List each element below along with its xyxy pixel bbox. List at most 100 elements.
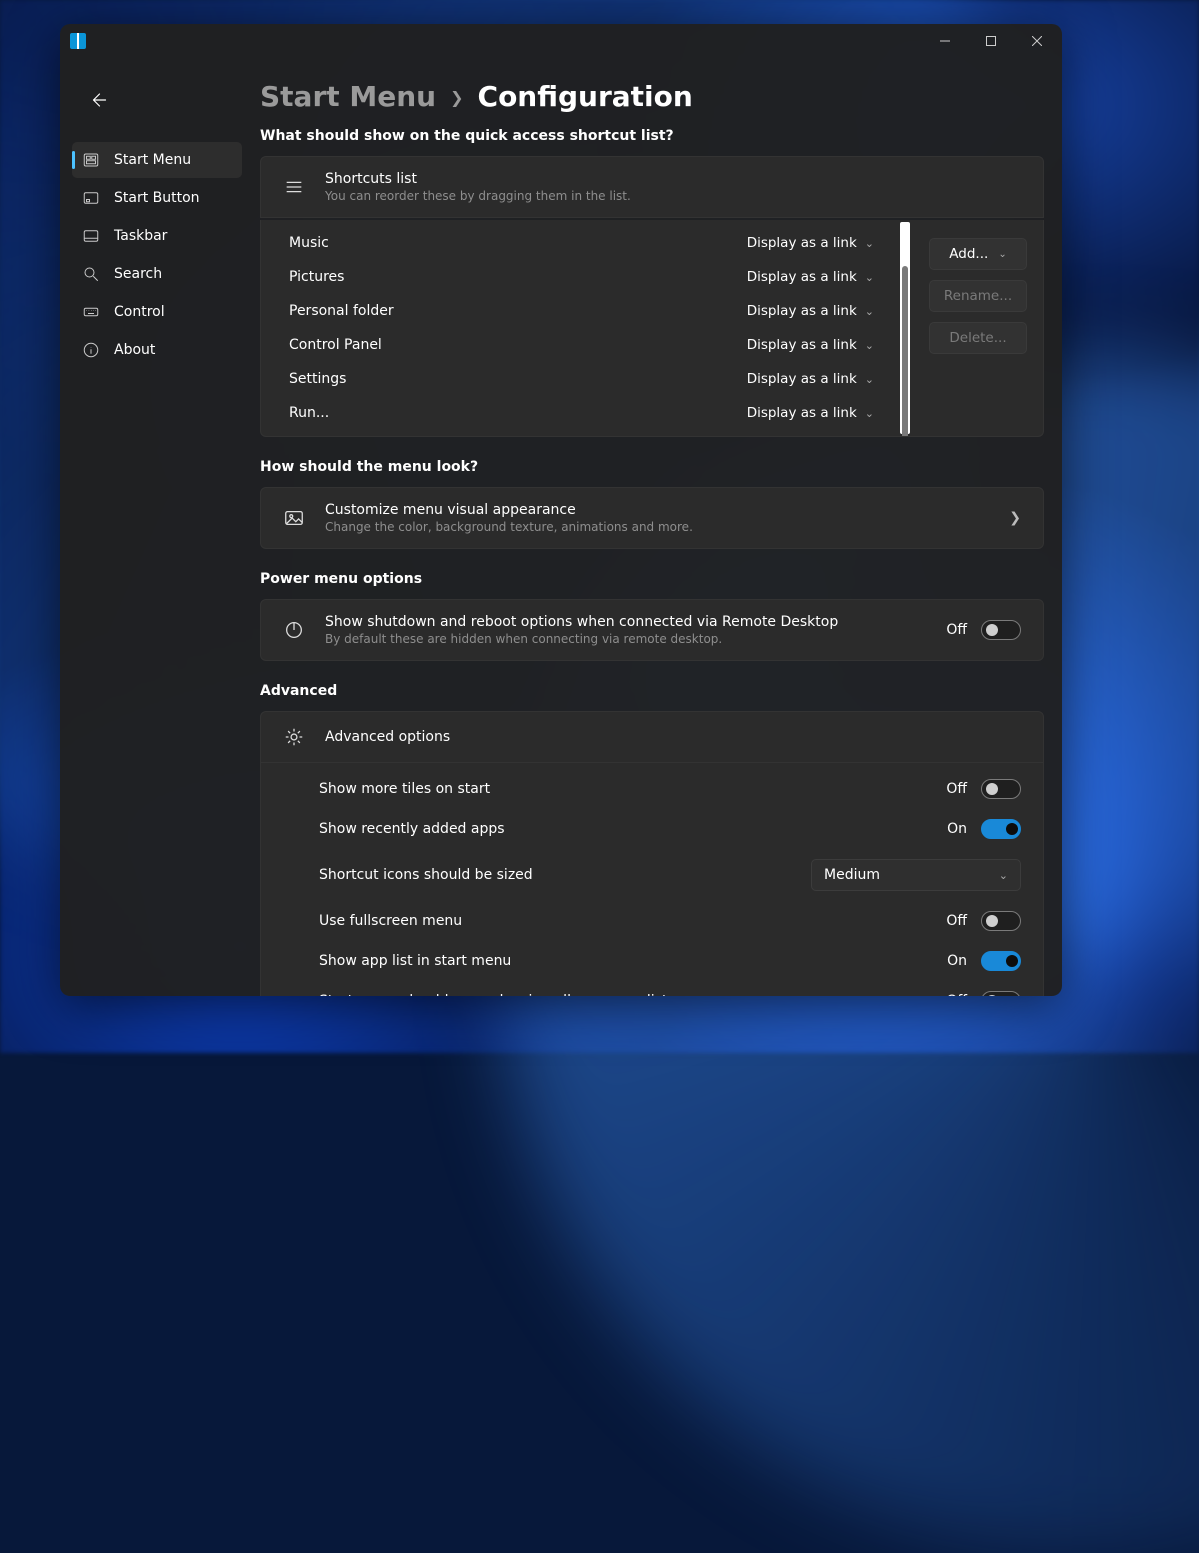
shortcuts-list-sub: You can reorder these by dragging them i…: [325, 189, 1021, 203]
advanced-row-recent-apps: Show recently added apps On: [261, 809, 1043, 849]
sidebar-item-label: About: [114, 342, 155, 358]
section-heading-power: Power menu options: [260, 571, 1044, 587]
start-button-icon: [82, 189, 100, 207]
shortcut-display-dropdown[interactable]: Display as a link⌄: [747, 235, 884, 251]
breadcrumb: Start Menu ❯ Configuration: [260, 68, 1062, 135]
shortcut-name: Control Panel: [289, 337, 382, 353]
fullscreen-toggle[interactable]: [981, 911, 1021, 931]
customize-appearance-title: Customize menu visual appearance: [325, 502, 989, 518]
advanced-row-more-tiles: Show more tiles on start Off: [261, 769, 1043, 809]
minimize-button[interactable]: [922, 25, 968, 57]
recent-apps-toggle[interactable]: [981, 819, 1021, 839]
sidebar-item-label: Start Button: [114, 190, 200, 206]
info-icon: [82, 341, 100, 359]
sidebar-item-label: Search: [114, 266, 162, 282]
advanced-options-title: Advanced options: [325, 729, 1021, 745]
start-menu-icon: [82, 151, 100, 169]
chevron-down-icon: ⌄: [865, 339, 874, 352]
shortcut-row[interactable]: Music Display as a link⌄: [261, 226, 912, 260]
customize-appearance-row[interactable]: Customize menu visual appearance Change …: [261, 488, 1043, 548]
power-remote-title: Show shutdown and reboot options when co…: [325, 614, 921, 630]
section-heading-look: How should the menu look?: [260, 459, 1044, 475]
list-icon: [283, 176, 305, 198]
all-programs-toggle[interactable]: [981, 991, 1021, 996]
delete-button[interactable]: Delete...: [929, 322, 1027, 354]
shortcut-name: Pictures: [289, 269, 344, 285]
toggle-state-label: Off: [941, 622, 967, 638]
page-title: Configuration: [478, 80, 693, 113]
shortcut-display-dropdown[interactable]: Display as a link⌄: [747, 269, 884, 285]
shortcuts-list[interactable]: Music Display as a link⌄ Pictures Displa…: [261, 220, 913, 436]
close-button[interactable]: [1014, 25, 1060, 57]
toggle-state-label: On: [941, 953, 967, 969]
gear-icon: [283, 726, 305, 748]
chevron-down-icon: ⌄: [998, 249, 1006, 260]
chevron-down-icon: ⌄: [865, 305, 874, 318]
back-button[interactable]: [78, 80, 118, 120]
sidebar-item-taskbar[interactable]: Taskbar: [72, 218, 242, 254]
maximize-button[interactable]: [968, 25, 1014, 57]
app-list-toggle[interactable]: [981, 951, 1021, 971]
rename-button[interactable]: Rename...: [929, 280, 1027, 312]
sidebar-item-start-menu[interactable]: Start Menu: [72, 142, 242, 178]
sidebar-item-about[interactable]: About: [72, 332, 242, 368]
chevron-down-icon: ⌄: [865, 373, 874, 386]
power-icon: [283, 619, 305, 641]
section-heading-quick-access: What should show on the quick access sho…: [260, 128, 1044, 144]
search-icon: [82, 265, 100, 283]
toggle-state-label: Off: [941, 913, 967, 929]
shortcut-display-dropdown[interactable]: Display as a link⌄: [747, 405, 884, 421]
breadcrumb-parent[interactable]: Start Menu: [260, 80, 436, 113]
shortcut-name: Run...: [289, 405, 329, 421]
shortcut-row[interactable]: Personal folder Display as a link⌄: [261, 294, 912, 328]
chevron-right-icon: ❯: [1009, 510, 1021, 526]
shortcut-display-dropdown[interactable]: Display as a link⌄: [747, 337, 884, 353]
shortcut-name: Personal folder: [289, 303, 394, 319]
sidebar-item-control[interactable]: Control: [72, 294, 242, 330]
chevron-down-icon: ⌄: [999, 869, 1008, 882]
chevron-down-icon: ⌄: [865, 237, 874, 250]
advanced-row-app-list: Show app list in start menu On: [261, 941, 1043, 981]
shortcut-row[interactable]: Control Panel Display as a link⌄: [261, 328, 912, 362]
toggle-state-label: Off: [941, 993, 967, 996]
icon-size-select[interactable]: Medium ⌄: [811, 859, 1021, 891]
shortcut-row[interactable]: Pictures Display as a link⌄: [261, 260, 912, 294]
sidebar-item-search[interactable]: Search: [72, 256, 242, 292]
main-content: Start Menu ❯ Configuration What should s…: [250, 58, 1062, 996]
shortcut-display-dropdown[interactable]: Display as a link⌄: [747, 303, 884, 319]
taskbar-icon: [82, 227, 100, 245]
shortcut-display-dropdown[interactable]: Display as a link⌄: [747, 371, 884, 387]
power-remote-desktop-row: Show shutdown and reboot options when co…: [261, 600, 1043, 660]
toggle-state-label: On: [941, 821, 967, 837]
content-scroll-area[interactable]: What should show on the quick access sho…: [260, 128, 1058, 996]
toggle-state-label: Off: [941, 781, 967, 797]
power-remote-toggle[interactable]: [981, 620, 1021, 640]
chevron-down-icon: ⌄: [865, 407, 874, 420]
advanced-row-fullscreen: Use fullscreen menu Off: [261, 901, 1043, 941]
shortcuts-list-header: Shortcuts list You can reorder these by …: [261, 157, 1043, 217]
shortcut-row[interactable]: Settings Display as a link⌄: [261, 362, 912, 396]
chevron-right-icon: ❯: [450, 88, 463, 107]
advanced-row-all-programs: Start menu should open showing all progr…: [261, 981, 1043, 996]
add-button[interactable]: Add... ⌄: [929, 238, 1027, 270]
app-window: Start Menu Start Button Taskbar Search: [60, 24, 1062, 996]
shortcut-name: Music: [289, 235, 329, 251]
section-heading-advanced: Advanced: [260, 683, 1044, 699]
shortcuts-list-title: Shortcuts list: [325, 171, 1021, 187]
advanced-row-icon-size: Shortcut icons should be sized Medium ⌄: [261, 849, 1043, 901]
shortcut-name: Settings: [289, 371, 346, 387]
more-tiles-toggle[interactable]: [981, 779, 1021, 799]
keyboard-icon: [82, 303, 100, 321]
sidebar-item-label: Control: [114, 304, 165, 320]
app-logo-icon: [70, 33, 86, 49]
shortcuts-scrollbar[interactable]: [898, 222, 912, 434]
power-remote-sub: By default these are hidden when connect…: [325, 632, 921, 646]
advanced-options-header: Advanced options: [261, 712, 1043, 762]
sidebar-item-label: Start Menu: [114, 152, 191, 168]
customize-appearance-sub: Change the color, background texture, an…: [325, 520, 989, 534]
chevron-down-icon: ⌄: [865, 271, 874, 284]
sidebar-item-label: Taskbar: [114, 228, 167, 244]
titlebar: [60, 24, 1062, 58]
sidebar-item-start-button[interactable]: Start Button: [72, 180, 242, 216]
shortcut-row[interactable]: Run... Display as a link⌄: [261, 396, 912, 430]
